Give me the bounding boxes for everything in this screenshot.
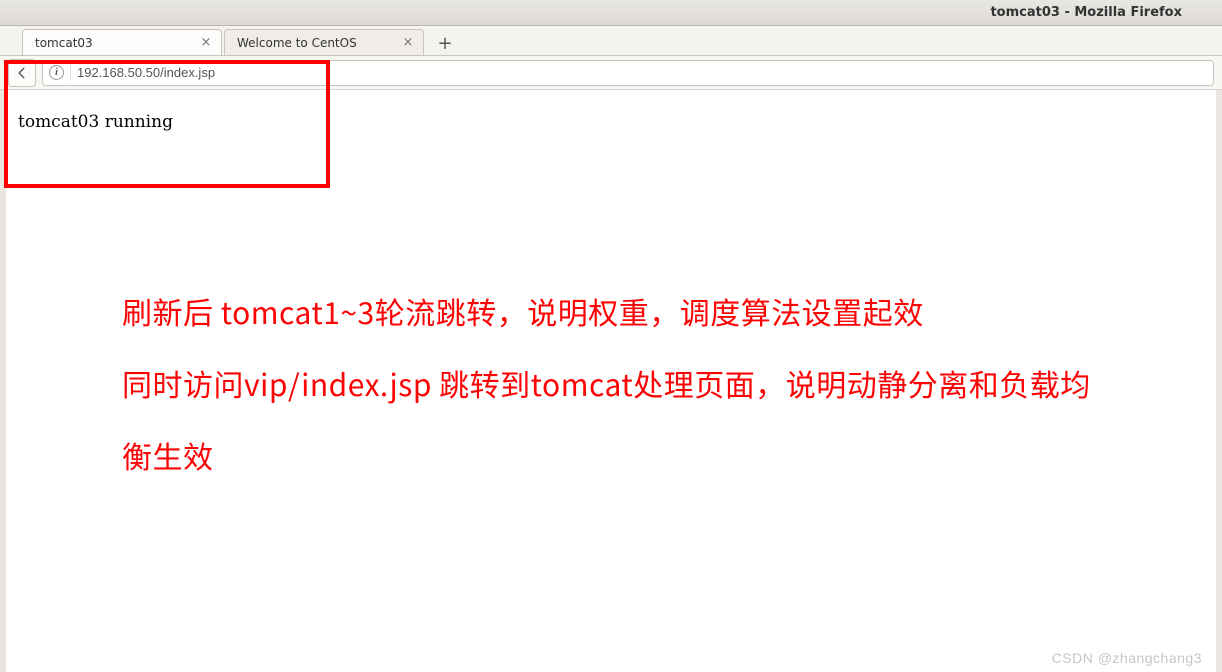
address-bar[interactable]: i xyxy=(42,60,1214,86)
close-icon[interactable]: × xyxy=(401,36,415,50)
new-tab-button[interactable]: + xyxy=(432,31,458,55)
window-title-bar: tomcat03 - Mozilla Firefox xyxy=(0,0,1222,26)
divider xyxy=(70,65,71,81)
tab-label: tomcat03 xyxy=(35,36,199,50)
navigation-toolbar: i xyxy=(0,56,1222,90)
back-button[interactable] xyxy=(8,59,36,87)
page-viewport: tomcat03 running 刷新后 tomcat1~3轮流跳转，说明权重，… xyxy=(0,90,1222,672)
tab-welcome-centos[interactable]: Welcome to CentOS × xyxy=(224,29,424,55)
annotation-text: 刷新后 tomcat1~3轮流跳转，说明权重，调度算法设置起效 同时访问vip/… xyxy=(122,275,1096,491)
tab-tomcat03[interactable]: tomcat03 × xyxy=(22,29,222,55)
plus-icon: + xyxy=(437,33,452,54)
watermark: CSDN @zhangchang3 xyxy=(1052,650,1202,666)
url-input[interactable] xyxy=(77,65,1207,80)
page-body-text: tomcat03 running xyxy=(18,112,173,132)
tab-label: Welcome to CentOS xyxy=(237,36,401,50)
annotation-line-1: 刷新后 tomcat1~3轮流跳转，说明权重，调度算法设置起效 xyxy=(122,275,1096,347)
tab-strip: tomcat03 × Welcome to CentOS × + xyxy=(0,26,1222,56)
arrow-left-icon xyxy=(15,66,29,80)
window-title: tomcat03 - Mozilla Firefox xyxy=(990,5,1182,20)
close-icon[interactable]: × xyxy=(199,36,213,50)
annotation-line-2: 同时访问vip/index.jsp 跳转到tomcat处理页面，说明动静分离和负… xyxy=(122,347,1096,491)
info-icon[interactable]: i xyxy=(49,65,64,80)
